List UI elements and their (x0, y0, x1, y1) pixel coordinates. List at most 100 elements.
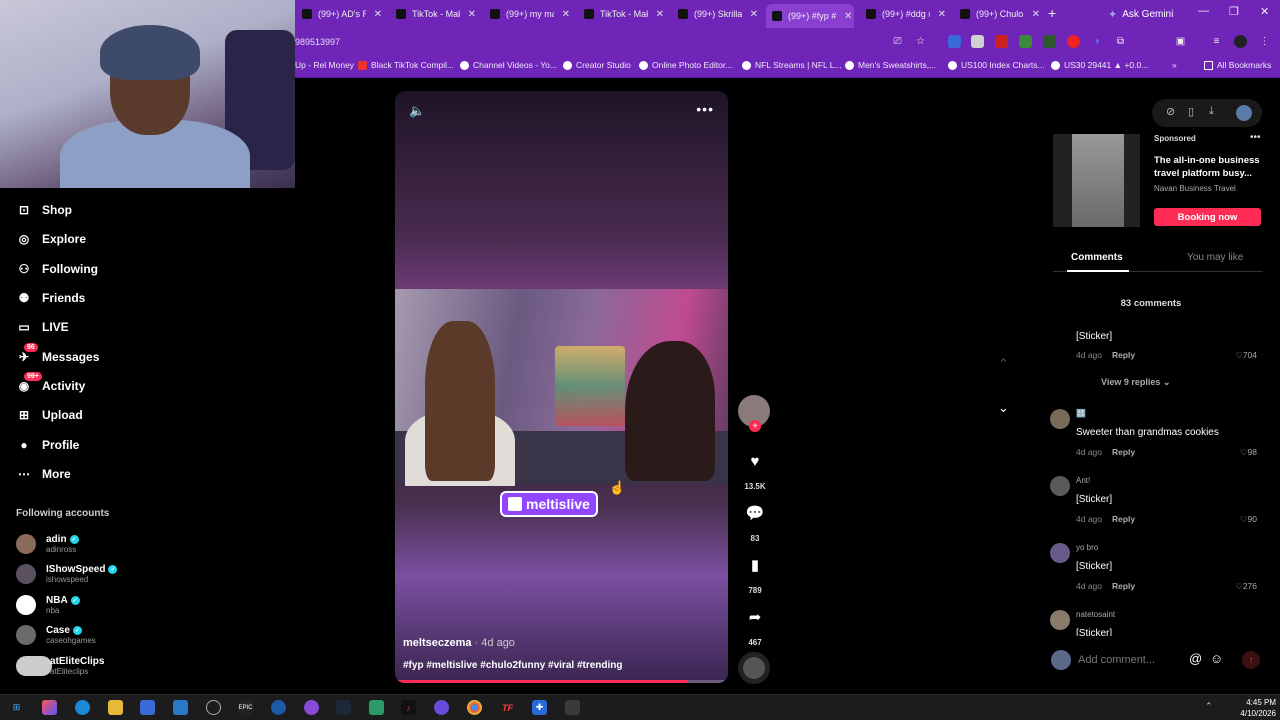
restore-icon[interactable]: ❐ (1229, 5, 1239, 18)
window-close-icon[interactable]: ✕ (1260, 5, 1269, 18)
bookmarks-more[interactable]: » (1172, 60, 1177, 70)
bookmark[interactable]: Men's Sweatshirts,... (845, 60, 936, 70)
following-account[interactable]: atEliteClips atEliteclips (16, 652, 104, 680)
copilot-icon[interactable] (42, 700, 57, 715)
mention-icon[interactable]: @ (1189, 651, 1202, 666)
close-icon[interactable]: ✕ (938, 9, 946, 20)
close-icon[interactable]: ✕ (374, 9, 382, 20)
steam-icon[interactable] (336, 700, 351, 715)
bookmark[interactable]: Black TikTok Compil... (358, 60, 454, 70)
all-bookmarks[interactable]: All Bookmarks (1204, 60, 1271, 70)
profile-avatar-icon[interactable] (1234, 35, 1247, 48)
download-icon[interactable]: ⤓ (1209, 105, 1214, 118)
nav-explore[interactable]: ◎ Explore (16, 228, 86, 250)
following-account[interactable]: NBA ✓ nba (16, 591, 80, 619)
send-icon[interactable]: ↑ (1242, 651, 1260, 669)
video-author[interactable]: meltseczema · 4d ago (403, 637, 515, 649)
reply-button[interactable]: Reply (1112, 350, 1135, 360)
more-options-icon[interactable]: ••• (696, 101, 714, 117)
follow-plus-icon[interactable]: + (749, 420, 761, 432)
windows-start-icon[interactable]: ⊞ (9, 700, 24, 715)
sidepanel-icon[interactable]: ▣ (1174, 35, 1187, 48)
close-icon[interactable]: ✕ (656, 9, 664, 20)
file-explorer-icon[interactable] (108, 700, 123, 715)
video-player[interactable]: meltislive 🔈 ••• meltseczema · 4d ago #f… (395, 91, 728, 683)
browser-tab[interactable]: (99+) my mai ✕ (484, 4, 570, 24)
tab-comments[interactable]: Comments (1071, 252, 1123, 263)
system-tray-icon[interactable]: ⌃ (1205, 701, 1213, 712)
app-icon[interactable]: ✚ (532, 700, 547, 715)
comment-like[interactable]: ♡98 (1240, 447, 1257, 458)
ad-title[interactable]: The all-in-one business travel platform … (1154, 154, 1262, 180)
video-progress-bar[interactable] (395, 680, 728, 683)
chrome-icon[interactable] (467, 700, 482, 715)
extension-icon[interactable] (1043, 35, 1056, 48)
bookmark[interactable]: Channel Videos - Yo... (460, 60, 557, 70)
emoji-icon[interactable]: ☺ (1210, 651, 1223, 666)
ad-more-icon[interactable]: ••• (1250, 132, 1261, 143)
browser-tab[interactable]: (99+) Chulo I ✕ (954, 4, 1040, 24)
nav-friends[interactable]: ⚉ Friends (16, 287, 86, 309)
following-account[interactable]: Case ✓ caseohgames (16, 621, 96, 649)
avatar[interactable] (1050, 476, 1070, 496)
extension-icon[interactable] (1067, 35, 1080, 48)
bookmark-icon[interactable]: ▮ (740, 550, 770, 580)
mail-icon[interactable] (173, 700, 188, 715)
extension-icon[interactable]: ◗ (1091, 35, 1104, 48)
volume-icon[interactable]: 🔈 (409, 103, 425, 119)
close-icon[interactable]: ✕ (844, 11, 852, 22)
nav-activity[interactable]: ◉ 99+ Activity (16, 372, 85, 397)
nav-messages[interactable]: ✈ 96 Messages (16, 343, 99, 368)
star-icon[interactable]: ☆ (914, 35, 927, 48)
url-text[interactable]: 989513997 (295, 37, 340, 47)
video-caption[interactable]: #fyp #meltislive #chulo2funny #viral #tr… (403, 660, 623, 671)
following-account[interactable]: IShowSpeed ✓ ishowspeed (16, 560, 118, 588)
comment-like[interactable]: ♡276 (1235, 581, 1257, 592)
nav-shop[interactable]: ⊡ Shop (16, 199, 72, 221)
app-icon[interactable] (206, 700, 221, 715)
nav-following[interactable]: ⚇ Following (16, 258, 98, 280)
user-avatar-icon[interactable] (1236, 105, 1252, 121)
device-icon[interactable]: ▯ (1188, 105, 1194, 118)
close-icon[interactable]: ✕ (750, 9, 758, 20)
browser-tab[interactable]: TikTok - Mak ✕ (578, 4, 664, 24)
kebab-menu-icon[interactable]: ⋮ (1258, 35, 1271, 48)
extension-icon[interactable] (971, 35, 984, 48)
browser-tab-active[interactable]: (99+) #fyp #m✕ (766, 4, 854, 28)
epic-games-icon[interactable]: EPIC (238, 700, 253, 715)
comment-like[interactable]: ♡90 (1240, 514, 1257, 525)
close-icon[interactable]: ✕ (468, 9, 476, 20)
extension-icon[interactable] (948, 35, 961, 48)
close-icon[interactable]: ✕ (562, 9, 570, 20)
bookmark[interactable]: US30 29441 ▲ +0.0... (1051, 60, 1148, 70)
store-icon[interactable] (140, 700, 155, 715)
like-heart-icon[interactable]: ♥ (740, 446, 770, 476)
tab-you-may-like[interactable]: You may like (1187, 252, 1243, 263)
comment-like[interactable]: ♡704 (1235, 350, 1257, 361)
comment-icon[interactable]: 💬 (740, 498, 770, 528)
chevron-down-icon[interactable]: ⌄ (998, 400, 1009, 416)
edge-icon[interactable] (75, 700, 90, 715)
app-icon[interactable] (565, 700, 580, 715)
discord-icon[interactable] (304, 700, 319, 715)
reply-button[interactable]: Reply (1112, 514, 1135, 524)
reply-button[interactable]: Reply (1112, 447, 1135, 457)
extension-icon[interactable] (995, 35, 1008, 48)
app-icon[interactable] (434, 700, 449, 715)
compass-icon[interactable]: ⊘ (1166, 105, 1175, 118)
bookmark[interactable]: US100 Index Charts... (948, 60, 1045, 70)
bookmark[interactable]: Online Photo Editor... (639, 60, 732, 70)
avatar[interactable] (1050, 610, 1070, 630)
browser-tab[interactable]: (99+) AD's Re✕ (296, 4, 382, 24)
chevron-up-icon[interactable]: ⌃ (998, 356, 1009, 372)
browser-tab[interactable]: (99+) Skrilla #✕ (672, 4, 758, 24)
nav-upload[interactable]: ⊞ Upload (16, 404, 83, 426)
music-disc-icon[interactable] (738, 652, 770, 684)
view-replies-button[interactable]: View 9 replies ⌄ (1101, 377, 1170, 388)
browser-tab[interactable]: TikTok - Mak ✕ (390, 4, 476, 24)
new-tab-button[interactable]: + (1048, 5, 1056, 21)
cast-icon[interactable]: ⎚ (891, 35, 904, 48)
nav-live[interactable]: ▭ LIVE (16, 316, 68, 338)
bookmark[interactable]: NFL Streams | NFL L... (742, 60, 842, 70)
reply-button[interactable]: Reply (1112, 581, 1135, 591)
